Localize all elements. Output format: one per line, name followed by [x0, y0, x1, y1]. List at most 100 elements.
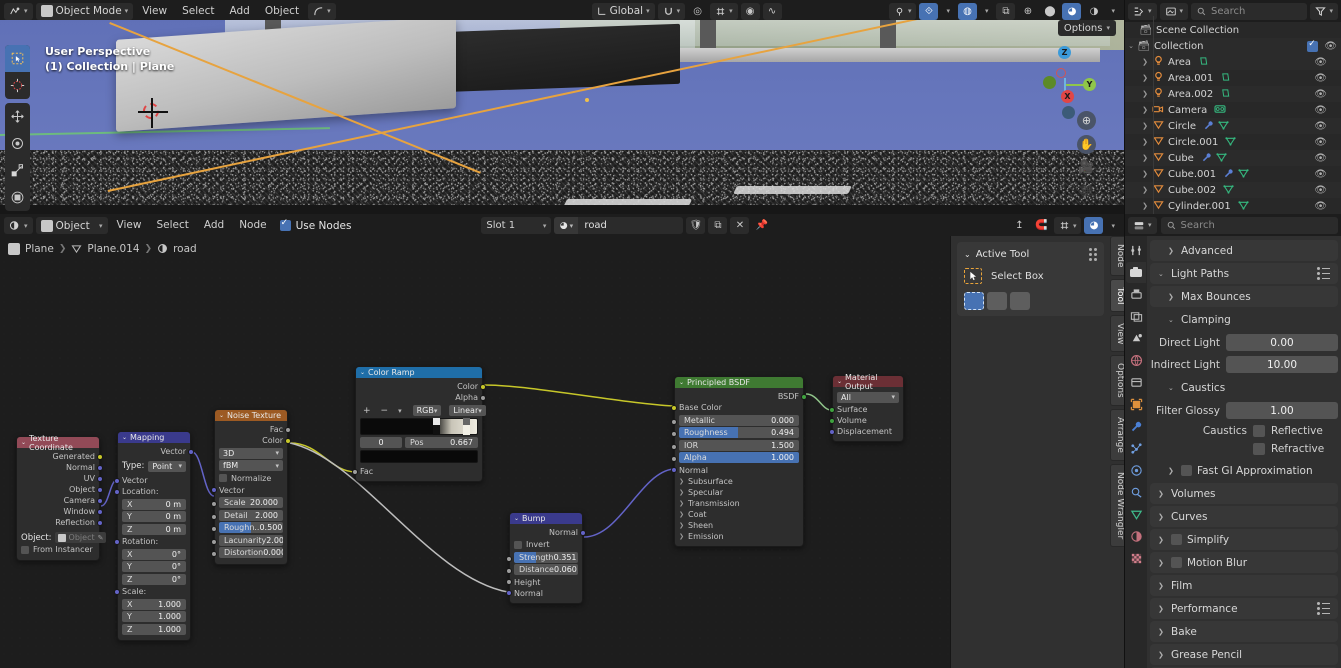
snap-toggle[interactable]: ▾ [657, 2, 686, 20]
visibility-toggle-icon[interactable]: 👁 [1314, 57, 1327, 68]
field-x[interactable]: X 0° [122, 548, 186, 560]
mesh-data-icon[interactable] [1218, 120, 1229, 133]
panel-curves[interactable]: ❯ Curves [1150, 506, 1338, 527]
scene-tab[interactable] [1126, 328, 1146, 349]
gizmo-axis-y[interactable]: Y [1083, 78, 1096, 91]
input-socket[interactable] [352, 468, 358, 475]
section-subsurface[interactable]: ❯ Subsurface [679, 476, 799, 487]
shading-material-icon[interactable]: ◕ [1062, 2, 1082, 20]
chevron-right-icon[interactable]: ❯ [1168, 247, 1176, 255]
output-socket[interactable] [97, 486, 103, 493]
input-socket[interactable] [671, 418, 677, 425]
colorramp-position[interactable]: Pos 0.667 [405, 437, 478, 448]
input-socket[interactable] [671, 456, 677, 462]
interaction-mode-selector[interactable]: Object Mode ▾ [35, 2, 134, 20]
chevron-right-icon[interactable]: ❯ [1158, 582, 1166, 590]
input-socket[interactable] [506, 579, 512, 585]
add-stop-button[interactable]: + [360, 406, 374, 416]
input-socket[interactable] [829, 406, 835, 413]
visibility-toggle-icon[interactable]: 👁 [1314, 169, 1327, 180]
input-socket[interactable] [211, 538, 217, 545]
input-socket[interactable] [671, 443, 677, 450]
use-nodes-checkbox[interactable] [279, 218, 291, 231]
node-input-fac[interactable]: Fac [352, 466, 478, 477]
visibility-toggle-icon[interactable]: 👁 [1314, 121, 1327, 132]
section-sheen[interactable]: ❯ Sheen [679, 520, 799, 531]
node-output-bsdf[interactable]: BSDF [679, 391, 807, 402]
node-input-height[interactable]: Height [506, 577, 578, 588]
output-socket[interactable] [188, 448, 194, 455]
node-input-vector[interactable]: Vector [114, 475, 186, 486]
shader-menu-view[interactable]: View [111, 217, 148, 234]
output-socket[interactable] [285, 437, 291, 444]
gizmo-axis-neg-z[interactable] [1062, 106, 1075, 119]
field-roughn[interactable]: Roughn.. 0.500 [219, 522, 283, 533]
value-field[interactable]: 0.00 [1226, 334, 1338, 351]
viewport-header[interactable]: ▾ Object Mode ▾ View Select Add Object ▾… [0, 0, 1124, 22]
expand-arrow-icon[interactable]: ❯ [1139, 122, 1151, 130]
field-y[interactable]: Y 0 m [122, 511, 186, 522]
input-socket[interactable] [211, 513, 217, 520]
output-socket[interactable] [480, 383, 486, 390]
type-select[interactable]: Point ▾ [148, 460, 186, 472]
shader-type-selector[interactable]: Object ▾ [35, 217, 108, 234]
node-input-displacement[interactable]: Displacement [829, 426, 899, 437]
input-socket[interactable] [114, 538, 120, 545]
value-field[interactable]: 10.00 [1226, 356, 1338, 373]
panel-volumes[interactable]: ❯ Volumes [1150, 483, 1338, 504]
field-z[interactable]: Z 1.000 [122, 623, 186, 635]
editor-type-selector-shader[interactable]: ▾ [4, 217, 33, 234]
node-bump[interactable]: ⌄ Bump Normal Invert Strength 0.351 Distance 0.… [506, 512, 586, 604]
light-data-icon[interactable] [1198, 56, 1209, 69]
mesh-data-icon[interactable] [1238, 168, 1249, 181]
physics-tab[interactable] [1126, 460, 1146, 481]
outliner-item-cylinder-001[interactable]: ❯ Cylinder.001 👁 [1125, 198, 1341, 214]
tab-arrange[interactable]: Arrange [1110, 409, 1125, 461]
light-data-icon[interactable] [1220, 88, 1231, 101]
chevron-down-icon[interactable]: ⌄ [1158, 270, 1166, 278]
from-instancer-checkbox[interactable]: From Instancer [21, 544, 95, 555]
colorramp-mode-select[interactable]: RGB ▾ [412, 405, 442, 416]
remove-stop-button[interactable]: − [378, 406, 392, 416]
checkbox[interactable] [1253, 443, 1265, 455]
show-gizmo-icon[interactable]: ⟐ [919, 2, 939, 20]
pivot-point-selector[interactable]: ▾ [308, 2, 336, 20]
field-x[interactable]: X 1.000 [122, 598, 186, 610]
material-slot-selector[interactable]: Slot 1 ▾ [481, 217, 552, 234]
snap-magnet-icon[interactable]: 🧲 [1032, 217, 1051, 234]
section-coat[interactable]: ❯ Coat [679, 509, 799, 520]
caustics-reflective[interactable]: Caustics Reflective [1147, 422, 1341, 440]
input-socket[interactable] [114, 588, 120, 595]
node-output-alpha[interactable]: Alpha [360, 392, 486, 403]
panel-grease-pencil[interactable]: ❯ Grease Pencil [1150, 644, 1338, 665]
parent-node-tree-icon[interactable]: ↥ [1010, 217, 1029, 234]
shader-preview-dropdown[interactable]: ▾ [1106, 217, 1120, 234]
shading-rendered-icon[interactable]: ◑ [1084, 3, 1103, 20]
active-tool-header[interactable]: ⌄ Active Tool [964, 248, 1097, 261]
select-box-tool[interactable] [5, 45, 30, 72]
node-input-normal[interactable]: Normal [671, 465, 799, 476]
panel-film[interactable]: ❯ Film [1150, 575, 1338, 596]
mesh-data-icon[interactable] [1216, 152, 1227, 165]
field-alpha[interactable]: Alpha 1.000 [679, 452, 799, 463]
node-input-surface[interactable]: Surface [829, 404, 899, 415]
breadcrumb-object[interactable]: Plane [25, 243, 54, 255]
viewport-menu-select[interactable]: Select [176, 3, 220, 20]
node-material_output[interactable]: ⌄ Material Output All ▾ Surface Volume Displac… [829, 373, 904, 442]
input-socket[interactable] [506, 555, 512, 562]
material-datablock[interactable]: ◕ ▾ road [554, 217, 684, 234]
colorramp-index[interactable]: 0 [360, 437, 402, 448]
node-output-object[interactable]: Object [21, 484, 103, 495]
section-emission[interactable]: ❯ Emission [679, 531, 799, 542]
outliner-item-cube[interactable]: ❯ Cube 👁 [1125, 150, 1341, 166]
transform-orientation-selector[interactable]: Global ▾ [591, 2, 655, 20]
input-socket[interactable] [114, 488, 120, 495]
colorramp-toolbar[interactable]: + − ▾ RGB ▾ Linear ▾ [360, 405, 486, 416]
invert-checkbox[interactable]: Invert [514, 539, 578, 550]
panel-advanced[interactable]: ❯ Advanced [1150, 240, 1338, 261]
viewport-menu-view[interactable]: View [136, 3, 173, 20]
field-scale[interactable]: Scale 20.000 [219, 497, 283, 508]
shading-wireframe-icon[interactable]: ⊕ [1018, 3, 1037, 20]
transform-tool[interactable] [5, 184, 30, 211]
output-tab[interactable] [1126, 284, 1146, 305]
